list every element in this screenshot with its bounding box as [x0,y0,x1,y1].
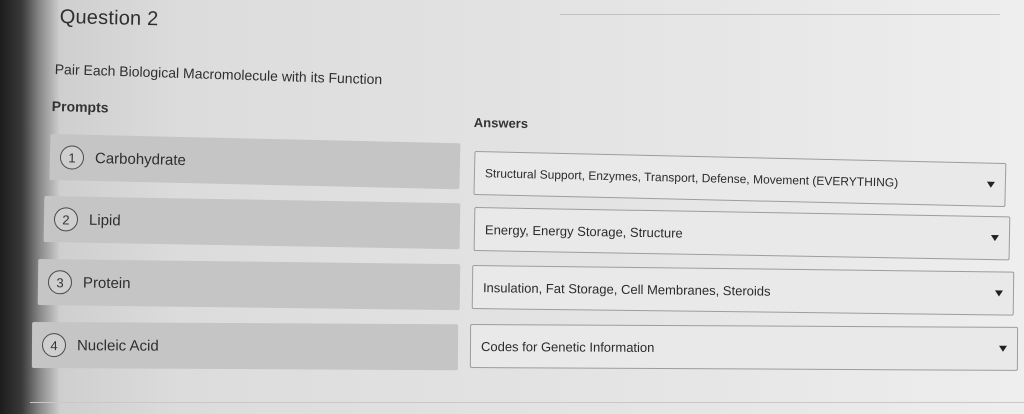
prompt-row-2: 2 Lipid [43,196,461,250]
answer-value-3: Insulation, Fat Storage, Cell Membranes,… [482,279,771,299]
bottom-divider [30,402,1024,403]
question-title: Question 2 [59,6,159,31]
prompt-label-1: Carbohydrate [94,149,187,169]
prompt-row-3: 3 Protein [37,259,461,311]
prompt-number-1: 1 [59,145,85,170]
prompt-label-4: Nucleic Acid [76,336,159,355]
prompt-label-2: Lipid [88,211,121,229]
answer-value-2: Energy, Energy Storage, Structure [484,221,683,241]
top-divider [560,14,1000,15]
prompt-label-3: Protein [82,274,131,292]
question-instruction: Pair Each Biological Macromolecule with … [54,61,383,88]
caret-down-icon[interactable] [986,181,995,188]
prompt-number-4: 4 [41,333,67,358]
prompt-number-3: 3 [47,270,73,295]
prompt-row-1: 1 Carbohydrate [49,134,461,190]
caret-down-icon[interactable] [994,290,1003,297]
prompts-header: Prompts [51,98,109,116]
caret-down-icon[interactable] [998,345,1008,352]
prompt-number-2: 2 [53,207,79,232]
answers-header: Answers [473,115,529,131]
answer-dropdown-4[interactable]: Codes for Genetic Information [469,324,1019,371]
answer-dropdown-3[interactable]: Insulation, Fat Storage, Cell Membranes,… [471,265,1015,316]
prompt-row-4: 4 Nucleic Acid [31,322,459,371]
answer-value-1: Structural Support, Enzymes, Transport, … [484,166,899,190]
answer-dropdown-1[interactable]: Structural Support, Enzymes, Transport, … [473,151,1007,208]
answer-value-4: Codes for Genetic Information [480,338,655,355]
answer-dropdown-2[interactable]: Energy, Energy Storage, Structure [473,207,1011,261]
caret-down-icon[interactable] [990,235,999,242]
